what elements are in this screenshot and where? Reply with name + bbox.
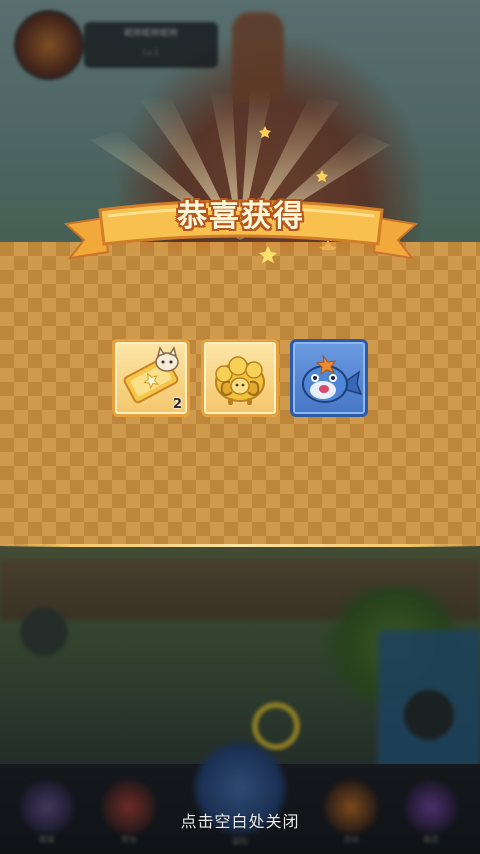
reward-items: 2 — [112, 339, 372, 419]
reward-item-count: 2 — [172, 397, 182, 412]
reward-item-golden-sheep[interactable] — [201, 339, 279, 417]
reward-item-blue-fish[interactable] — [290, 339, 368, 417]
reward-title: 恭喜获得 — [177, 199, 305, 234]
reward-panel-divider — [0, 544, 480, 547]
golden-sheep-icon — [215, 356, 265, 405]
reward-item-ticket[interactable]: 2 — [112, 339, 190, 417]
close-hint: 点击空白处关闭 — [180, 812, 300, 831]
blue-fish-icon — [302, 354, 363, 403]
